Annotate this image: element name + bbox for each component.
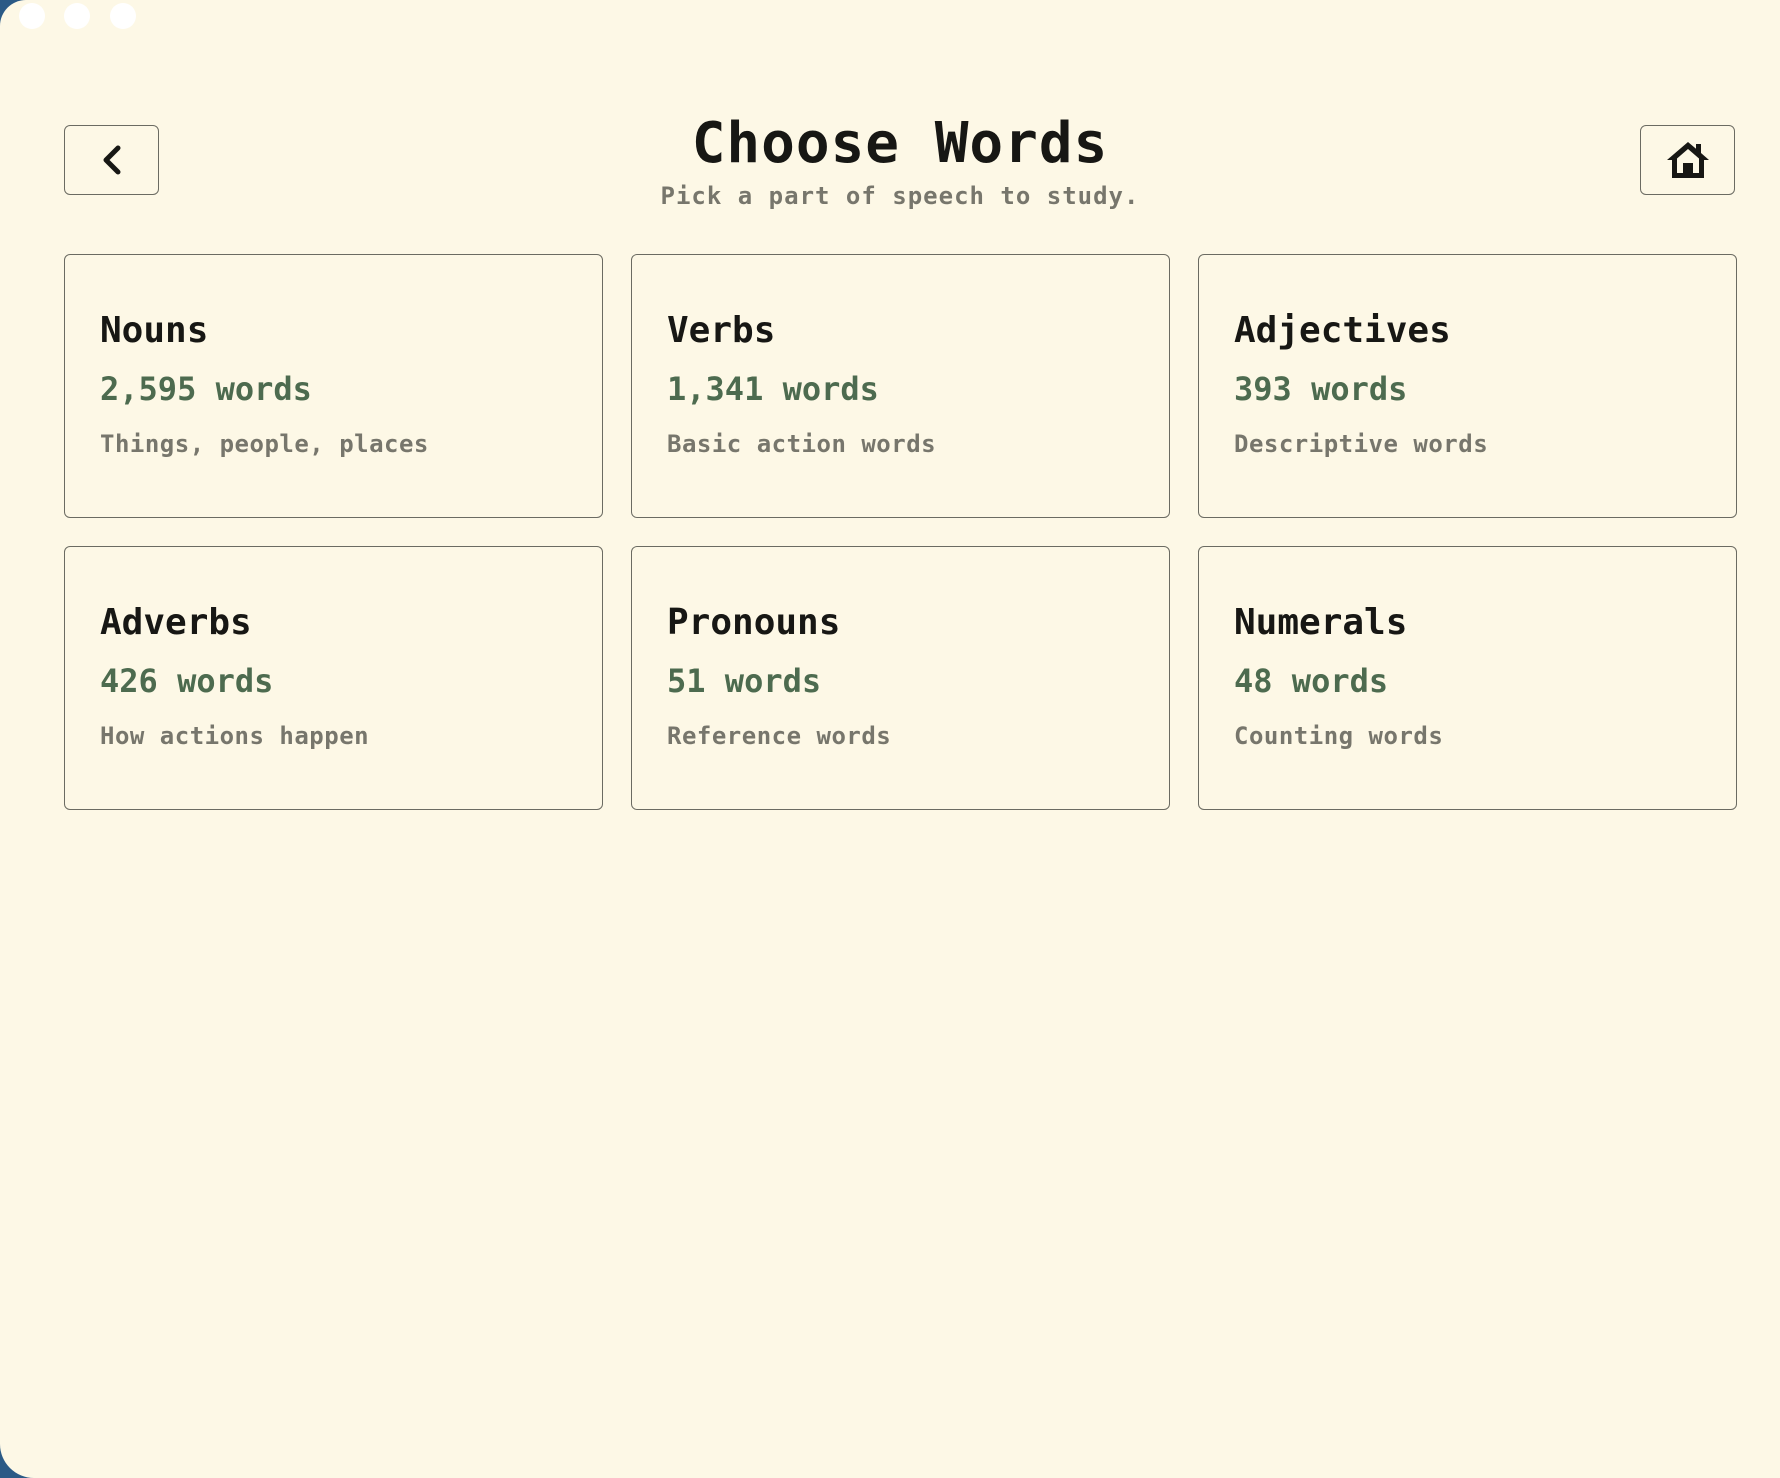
page-title: Choose Words <box>691 111 1109 176</box>
category-name: Nouns <box>100 310 209 351</box>
window-zoom-button[interactable] <box>110 3 136 29</box>
window-minimize-button[interactable] <box>64 3 90 29</box>
page-subtitle: Pick a part of speech to study. <box>660 182 1140 210</box>
category-name: Adjectives <box>1234 310 1451 351</box>
category-description: Descriptive words <box>1234 430 1489 458</box>
category-card-numerals[interactable]: Numerals 48 words Counting words <box>1198 546 1737 810</box>
category-word-count: 51 words <box>667 662 822 700</box>
category-description: Things, people, places <box>100 430 429 458</box>
category-word-count: 2,595 words <box>100 370 312 408</box>
category-card-pronouns[interactable]: Pronouns 51 words Reference words <box>631 546 1170 810</box>
category-card-verbs[interactable]: Verbs 1,341 words Basic action words <box>631 254 1170 518</box>
category-word-count: 1,341 words <box>667 370 879 408</box>
category-name: Numerals <box>1234 602 1408 643</box>
category-card-adverbs[interactable]: Adverbs 426 words How actions happen <box>64 546 603 810</box>
category-word-count: 48 words <box>1234 662 1389 700</box>
category-name: Adverbs <box>100 602 252 643</box>
category-description: Reference words <box>667 722 892 750</box>
category-name: Pronouns <box>667 602 841 643</box>
category-name: Verbs <box>667 310 776 351</box>
window-close-button[interactable] <box>19 3 45 29</box>
home-icon <box>1666 142 1709 178</box>
category-description: How actions happen <box>100 722 370 750</box>
category-description: Counting words <box>1234 722 1444 750</box>
category-word-count: 393 words <box>1234 370 1408 408</box>
category-grid: Nouns 2,595 words Things, people, places… <box>64 254 1737 810</box>
category-card-nouns[interactable]: Nouns 2,595 words Things, people, places <box>64 254 603 518</box>
category-card-adjectives[interactable]: Adjectives 393 words Descriptive words <box>1198 254 1737 518</box>
category-description: Basic action words <box>667 430 937 458</box>
home-button[interactable] <box>1640 125 1735 195</box>
app-window: Choose Words Pick a part of speech to st… <box>0 0 1780 1478</box>
category-word-count: 426 words <box>100 662 274 700</box>
